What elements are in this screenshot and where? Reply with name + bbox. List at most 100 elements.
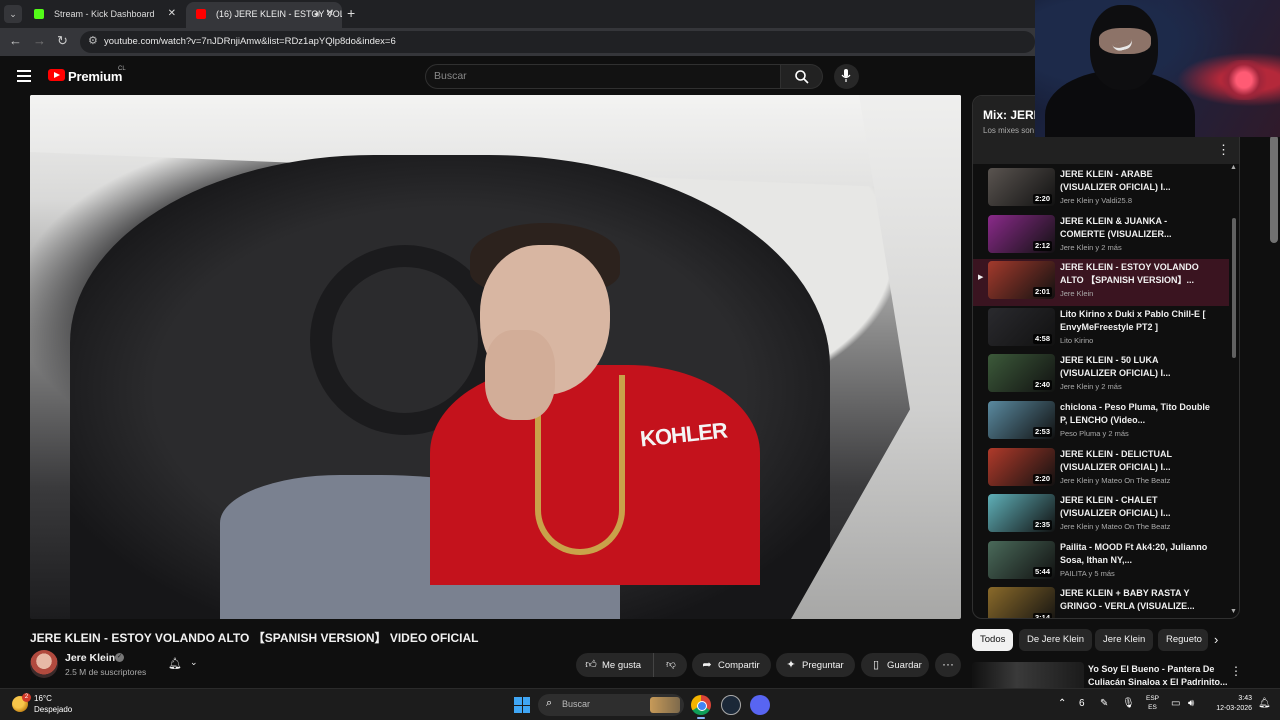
- playlist-video-title[interactable]: JERE KLEIN - DELICTUAL (VISUALIZER OFICI…: [1060, 448, 1210, 474]
- more-actions-button[interactable]: ···: [935, 653, 961, 677]
- search-input[interactable]: [434, 70, 764, 82]
- playlist-item[interactable]: 2:20 JERE KLEIN - DELICTUAL (VISUALIZER O…: [973, 446, 1229, 493]
- youtube-premium-logo[interactable]: Premium: [68, 69, 122, 84]
- playlist-menu-icon[interactable]: ⋮: [1217, 142, 1230, 158]
- playlist-scroll-thumb[interactable]: [1232, 218, 1236, 358]
- system-clock[interactable]: 3:43 12-03-2026: [1208, 694, 1252, 714]
- steam-icon[interactable]: [721, 695, 741, 715]
- speaker-icon[interactable]: 🔊︎: [314, 2, 320, 26]
- playlist-video-title[interactable]: Lito Kirino x Duki x Pablo Chill-E [ Env…: [1060, 308, 1210, 334]
- search-button[interactable]: [781, 64, 823, 89]
- site-info-icon[interactable]: ⚙: [88, 34, 98, 47]
- playlist-item[interactable]: 2:53 chiclona - Peso Pluma, Tito Double P…: [973, 399, 1229, 446]
- chip-all[interactable]: Todos: [972, 629, 1014, 651]
- duration-badge: 2:53: [1032, 427, 1052, 437]
- new-tab-icon[interactable]: +: [347, 5, 355, 21]
- save-button[interactable]: ▯ Guardar: [861, 653, 929, 677]
- recommended-menu-icon[interactable]: ⋮: [1230, 664, 1242, 678]
- share-button[interactable]: ➦ Compartir: [692, 653, 771, 677]
- chip-by-channel[interactable]: De Jere Klein: [1019, 629, 1093, 651]
- tab-title: Stream - Kick Dashboard: [54, 9, 155, 19]
- tab-search-button[interactable]: ⌄: [4, 5, 22, 23]
- tray-mic-icon[interactable]: 🎙︎: [1122, 698, 1135, 709]
- close-tab-icon[interactable]: ✕: [168, 2, 176, 26]
- tab-youtube[interactable]: (16) JERE KLEIN - ESTOY VOLANDO ALTO 🔊︎ …: [186, 2, 342, 28]
- tray-pen-icon[interactable]: ✎: [1100, 698, 1108, 709]
- playlist-thumbnail[interactable]: 5:44: [988, 540, 1055, 579]
- playlist-item[interactable]: 2:12 JERE KLEIN & JUANKA - COMERTE (VISUA…: [973, 213, 1229, 260]
- duration-badge: 2:35: [1032, 520, 1052, 531]
- playlist-item[interactable]: 3:14 JERE KLEIN + BABY RASTA Y GRINGO - V…: [973, 585, 1229, 618]
- show-hidden-icons-icon[interactable]: ⌃: [1058, 698, 1066, 709]
- playlist-thumbnail[interactable]: 2:01: [988, 261, 1055, 300]
- notification-bell-icon[interactable]: 🔔︎: [1258, 698, 1271, 709]
- taskbar-search[interactable]: ⌕ Buscar: [538, 694, 684, 716]
- discord-icon[interactable]: [750, 695, 770, 715]
- playlist-thumbnail[interactable]: 2:40: [988, 354, 1055, 393]
- channel-avatar[interactable]: [30, 650, 58, 678]
- back-arrow-icon[interactable]: ←: [9, 33, 22, 48]
- playlist-scrollbar[interactable]: ▲ ▼: [1229, 164, 1239, 618]
- scroll-down-icon[interactable]: ▼: [1230, 608, 1237, 615]
- duration-badge: 2:12: [1032, 240, 1052, 251]
- network-icon[interactable]: ▭: [1171, 698, 1180, 709]
- playlist-thumbnail[interactable]: 2:12: [988, 214, 1055, 253]
- like-button[interactable]: 👍︎ Me gusta: [576, 653, 654, 677]
- ask-button[interactable]: ✦ Preguntar: [776, 653, 855, 677]
- playlist-video-title[interactable]: JERE KLEIN - ESTOY VOLANDO ALTO 【SPANISH…: [1060, 261, 1210, 287]
- playlist-item[interactable]: 5:44 Pailita - MOOD Ft Ak4:20, Julianno S…: [973, 539, 1229, 586]
- playlist-video-title[interactable]: JERE KLEIN - CHALET (VISUALIZER OFICIAL)…: [1060, 494, 1210, 520]
- search-box: [425, 64, 781, 89]
- voice-search-button[interactable]: [834, 64, 859, 89]
- chrome-icon[interactable]: [691, 695, 711, 715]
- clock-date: 12-03-2026: [1216, 705, 1252, 712]
- url-bar[interactable]: ⚙ youtube.com/watch?v=7nJDRnjiAmw&list=R…: [80, 31, 1035, 53]
- playlist-item[interactable]: 4:58 Lito Kirino x Duki x Pablo Chill-E […: [973, 306, 1229, 353]
- windows-taskbar: 2 16°C Despejado ⌕ Buscar ⌃ 6 ✎ 🎙︎ ESP E…: [0, 688, 1280, 720]
- playlist-item[interactable]: 2:20 JERE KLEIN - ARABE (VISUALIZER OFICI…: [973, 166, 1229, 213]
- playlist-video-title[interactable]: JERE KLEIN - ARABE (VISUALIZER OFICIAL) …: [1060, 168, 1210, 194]
- weather-description[interactable]: Despejado: [34, 705, 72, 714]
- playlist-item[interactable]: ▶ 2:01 JERE KLEIN - ESTOY VOLANDO ALTO 【SP…: [973, 259, 1229, 307]
- page-scrollbar-thumb[interactable]: [1270, 135, 1278, 243]
- playlist-thumbnail[interactable]: 3:14: [988, 587, 1055, 618]
- playlist-title[interactable]: Mix: JERE: [983, 108, 1042, 122]
- channel-name[interactable]: Jere Klein: [65, 652, 115, 664]
- url-text[interactable]: youtube.com/watch?v=7nJDRnjiAmw&list=RDz…: [104, 36, 396, 47]
- youtube-logo-icon[interactable]: [48, 69, 65, 81]
- playlist-video-title[interactable]: chiclona - Peso Pluma, Tito Double P, LE…: [1060, 401, 1210, 427]
- chevron-down-icon: ⌄: [190, 657, 198, 667]
- playlist-item[interactable]: 2:35 JERE KLEIN - CHALET (VISUALIZER OFIC…: [973, 492, 1229, 539]
- reload-icon[interactable]: ↻: [57, 33, 68, 49]
- playlist-thumbnail[interactable]: 2:53: [988, 401, 1055, 439]
- playlist-video-title[interactable]: JERE KLEIN - 50 LUKA (VISUALIZER OFICIAL…: [1060, 354, 1210, 380]
- video-title: JERE KLEIN - ESTOY VOLANDO ALTO 【SPANISH…: [30, 631, 479, 645]
- playlist-video-title[interactable]: Pailita - MOOD Ft Ak4:20, Julianno Sosa,…: [1060, 541, 1210, 567]
- recommended-title[interactable]: Yo Soy El Bueno - Pantera De Culiacán Si…: [1088, 663, 1228, 689]
- playlist-video-title[interactable]: JERE KLEIN + BABY RASTA Y GRINGO - VERLA…: [1060, 587, 1210, 613]
- video-player[interactable]: KOHLER: [30, 95, 961, 619]
- playlist-thumbnail[interactable]: 2:35: [988, 494, 1055, 533]
- playlist-thumbnail[interactable]: 2:20: [988, 168, 1055, 206]
- chip-channel[interactable]: Jere Klein: [1095, 629, 1154, 651]
- playlist-video-title[interactable]: JERE KLEIN & JUANKA - COMERTE (VISUALIZE…: [1060, 215, 1210, 241]
- forward-arrow-icon[interactable]: →: [33, 33, 46, 48]
- dislike-button[interactable]: 👎︎: [656, 653, 686, 677]
- windows-start-icon[interactable]: [514, 697, 530, 713]
- duration-badge: 5:44: [1032, 566, 1052, 577]
- scroll-up-icon[interactable]: ▲: [1230, 164, 1237, 171]
- tab-kick-dashboard[interactable]: Stream - Kick Dashboard ✕: [24, 2, 184, 28]
- close-tab-icon[interactable]: ✕: [326, 2, 334, 26]
- playlist-thumbnail[interactable]: 2:20: [988, 447, 1055, 486]
- tray-app-icon[interactable]: 6: [1079, 698, 1085, 709]
- chip-reggaeton[interactable]: Regueto: [1158, 629, 1208, 651]
- language-indicator[interactable]: ESP ES: [1146, 694, 1159, 712]
- chevron-right-icon[interactable]: ›: [1214, 632, 1218, 647]
- weather-temperature[interactable]: 16°C: [34, 694, 52, 703]
- subscription-bell-button[interactable]: 🔔︎ ⌄: [160, 652, 210, 676]
- volume-icon[interactable]: 🔊︎: [1188, 698, 1194, 709]
- country-code: CL: [118, 66, 126, 72]
- playlist-thumbnail[interactable]: 4:58: [988, 307, 1055, 346]
- playlist-item[interactable]: 2:40 JERE KLEIN - 50 LUKA (VISUALIZER OFI…: [973, 352, 1229, 399]
- menu-icon[interactable]: [17, 70, 31, 82]
